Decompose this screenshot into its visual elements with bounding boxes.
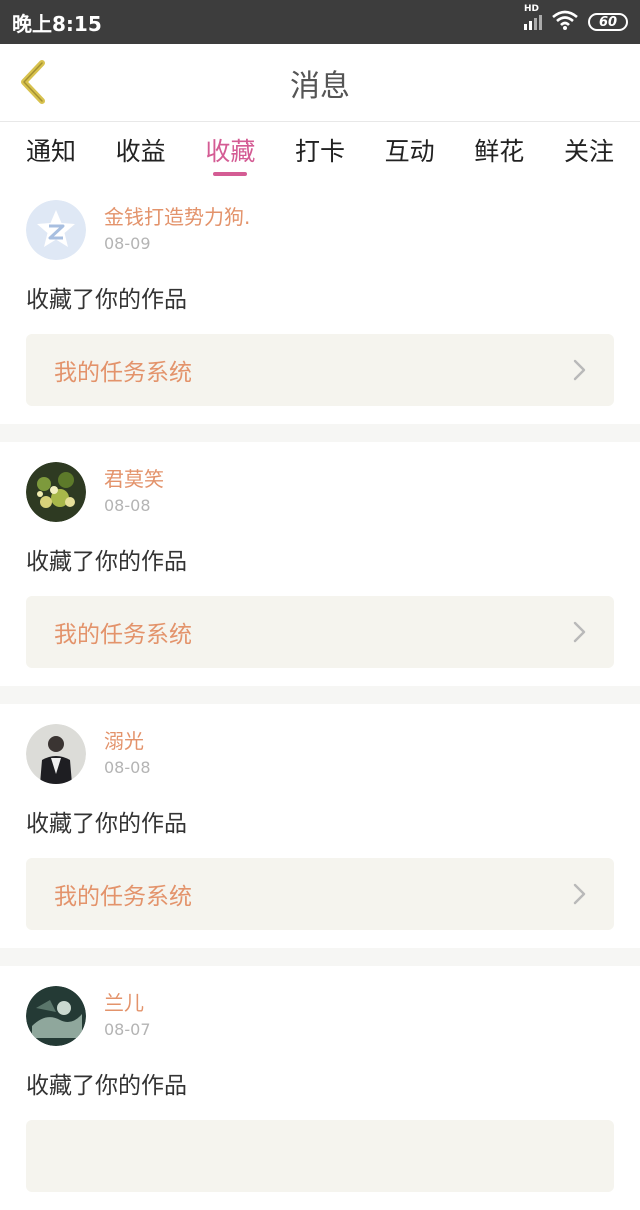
status-time: 晚上8:15 [12,11,102,36]
action-text: 收藏了你的作品 [26,549,187,575]
work-title: 我的任务系统 [54,622,192,648]
battery-icon: 60 [588,13,628,31]
work-link[interactable]: 我的任务系统 [26,596,614,668]
user-meta: 兰儿 08-07 [104,989,151,1043]
list-item: 君莫笑 08-08 收藏了你的作品 我的任务系统 [0,442,640,686]
item-date: 08-08 [104,496,151,515]
status-icons: HD 60 [524,4,628,34]
action-text: 收藏了你的作品 [26,811,187,837]
work-link[interactable] [26,1120,614,1192]
signal-icon: HD [524,4,542,30]
section-divider [0,686,640,704]
tab-notifications[interactable]: 通知 [26,122,76,178]
user-row: 金钱打造势力狗. 08-09 [26,194,614,266]
section-divider [0,424,640,442]
avatar[interactable] [26,462,86,522]
list-item: 金钱打造势力狗. 08-09 收藏了你的作品 我的任务系统 [0,180,640,424]
avatar[interactable] [26,724,86,784]
action-text: 收藏了你的作品 [26,287,187,313]
tab-check-in[interactable]: 打卡 [295,122,345,178]
back-arrow-icon [21,60,45,104]
tab-bar: 通知 收益 收藏 打卡 互动 鲜花 关注 [0,122,640,180]
tab-favorites[interactable]: 收藏 [205,122,255,178]
user-row: 溺光 08-08 [26,718,614,790]
wifi-icon [552,10,578,34]
header-bar: 消息 [0,44,640,122]
back-button[interactable] [14,58,54,106]
item-date: 08-07 [104,1020,151,1039]
network-type-label: HD [524,3,540,14]
work-link[interactable]: 我的任务系统 [26,334,614,406]
item-date: 08-09 [104,234,151,253]
item-date: 08-08 [104,758,151,777]
avatar[interactable] [26,200,86,260]
user-meta: 金钱打造势力狗. 08-09 [104,203,250,257]
user-meta: 君莫笑 08-08 [104,465,164,519]
work-link[interactable]: 我的任务系统 [26,858,614,930]
list-item: 溺光 08-08 收藏了你的作品 我的任务系统 [0,704,640,948]
user-name[interactable]: 兰儿 [104,989,151,1017]
work-title: 我的任务系统 [54,360,192,386]
chevron-right-icon [573,883,586,905]
tab-earnings[interactable]: 收益 [116,122,166,178]
status-bar: 晚上8:15 HD 60 [0,0,640,44]
work-title: 我的任务系统 [54,884,192,910]
user-row: 君莫笑 08-08 [26,456,614,528]
list-item: 兰儿 08-07 收藏了你的作品 [0,966,640,1210]
section-divider [0,948,640,966]
tab-flowers[interactable]: 鲜花 [474,122,524,178]
action-text: 收藏了你的作品 [26,1073,187,1099]
chevron-right-icon [573,359,586,381]
favorites-feed: 金钱打造势力狗. 08-09 收藏了你的作品 我的任务系统 君莫笑 08-08 … [0,180,640,1210]
page-title: 消息 [290,68,350,104]
tab-interactions[interactable]: 互动 [385,122,435,178]
user-name[interactable]: 君莫笑 [104,465,164,493]
user-name[interactable]: 溺光 [104,727,151,755]
user-row: 兰儿 08-07 [26,980,614,1052]
battery-level: 60 [598,14,618,30]
avatar[interactable] [26,986,86,1046]
user-name[interactable]: 金钱打造势力狗. [104,203,250,231]
user-meta: 溺光 08-08 [104,727,151,781]
tab-follows[interactable]: 关注 [564,122,614,178]
chevron-right-icon [573,621,586,643]
